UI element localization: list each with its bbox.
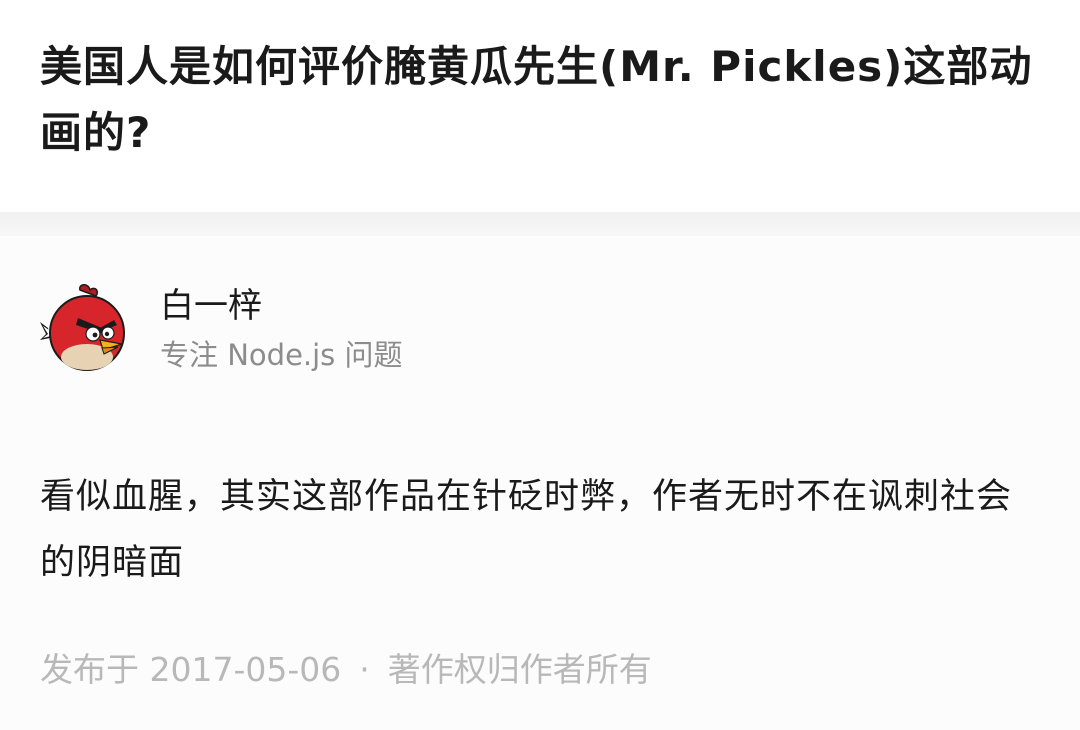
question-header: 美国人是如何评价腌黄瓜先生(Mr. Pickles)这部动画的?: [0, 0, 1080, 212]
meta-separator: ·: [359, 650, 370, 689]
answer-content: 看似血腥，其实这部作品在针砭时弊，作者无时不在讽刺社会的阴暗面: [40, 477, 1013, 583]
copyright-notice: 著作权归作者所有: [387, 650, 652, 689]
question-title[interactable]: 美国人是如何评价腌黄瓜先生(Mr. Pickles)这部动画的?: [40, 34, 1040, 166]
answer-meta: 发布于 2017-05-06 · 著作权归作者所有: [40, 648, 652, 692]
header-divider: [0, 212, 1080, 236]
publish-date: 发布于 2017-05-06: [40, 650, 342, 689]
answer-card: 白一梓 专注 Node.js 问题 看似血腥，其实这部作品在针砭时弊，作者无时不…: [0, 236, 1080, 730]
angry-bird-red-avatar-icon: [40, 284, 125, 371]
author-name[interactable]: 白一梓: [160, 284, 262, 328]
author-bio: 专注 Node.js 问题: [160, 338, 403, 372]
avatar[interactable]: [40, 284, 130, 374]
author-info: 白一梓 专注 Node.js 问题: [40, 284, 940, 374]
